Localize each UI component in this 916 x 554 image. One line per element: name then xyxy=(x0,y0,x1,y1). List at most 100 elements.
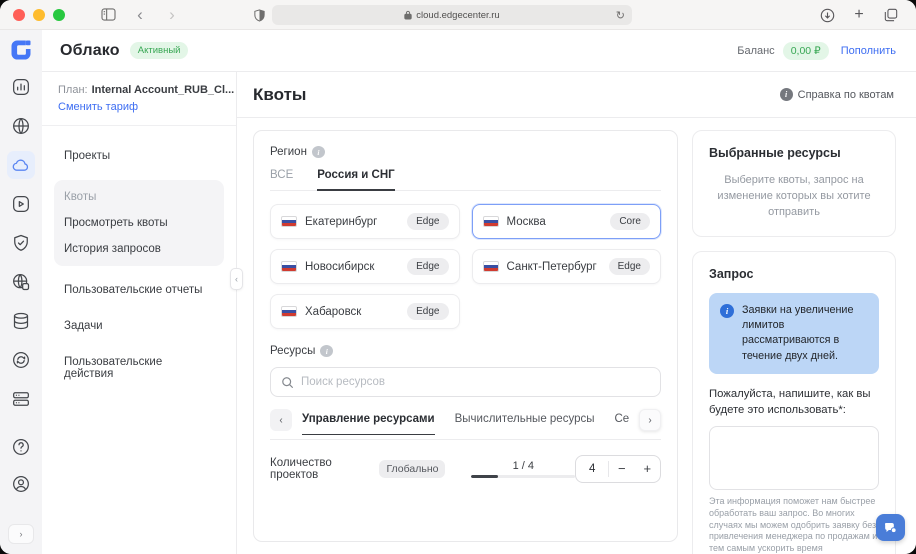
usage-help-text: Эта информация поможет нам быстрее обраб… xyxy=(709,496,879,554)
help-icon[interactable] xyxy=(7,433,35,461)
help-link-label: Справка по квотам xyxy=(798,89,894,101)
security-nav-icon[interactable] xyxy=(7,229,35,257)
browser-window: ‹ › cloud.edgecenter.ru ↻ + xyxy=(0,0,916,554)
page-title: Квоты xyxy=(253,85,306,105)
russia-flag-icon xyxy=(281,216,297,227)
browser-chrome: ‹ › cloud.edgecenter.ru ↻ + xyxy=(0,0,916,30)
product-rail: › xyxy=(0,30,42,554)
region-card-spb[interactable]: Санкт-Петербург Edge xyxy=(472,249,662,284)
quota-scope-badge: Глобально xyxy=(379,460,445,478)
page-header: Квоты i Справка по квотам xyxy=(237,72,916,118)
region-type-badge: Edge xyxy=(407,258,448,275)
quota-value-input[interactable]: 4 xyxy=(576,463,608,475)
cdn-nav-icon[interactable] xyxy=(7,268,35,296)
selected-resources-title: Выбранные ресурсы xyxy=(709,146,879,160)
database-nav-icon[interactable] xyxy=(7,307,35,335)
topup-link[interactable]: Пополнить xyxy=(841,45,896,57)
request-info-text: Заявки на увеличение лимитов рассматрива… xyxy=(742,303,868,364)
sidebar-collapse-button[interactable]: ‹ xyxy=(230,268,243,290)
url-text: cloud.edgecenter.ru xyxy=(416,10,499,21)
streaming-nav-icon[interactable] xyxy=(7,190,35,218)
tab-compute-resources[interactable]: Вычислительные ресурсы xyxy=(455,413,595,435)
sidebar: План: Internal Account_RUB_Cl... i Смени… xyxy=(42,72,237,554)
region-type-badge: Edge xyxy=(407,213,448,230)
russia-flag-icon xyxy=(281,306,297,317)
region-label: Регион xyxy=(270,146,307,158)
downloads-button[interactable] xyxy=(816,4,838,26)
russia-flag-icon xyxy=(483,216,499,227)
quota-progress-fill xyxy=(471,475,498,478)
globe-nav-icon[interactable] xyxy=(7,112,35,140)
tabs-scroll-right-button[interactable]: › xyxy=(639,409,661,431)
quota-name: Количество проектов xyxy=(270,457,372,481)
profile-icon[interactable] xyxy=(7,470,35,498)
sidebar-toggle-icon[interactable] xyxy=(97,4,119,26)
region-type-badge: Edge xyxy=(609,258,650,275)
request-card: Запрос i Заявки на увеличение лимитов ра… xyxy=(692,251,896,554)
region-card-moscow[interactable]: Москва Core xyxy=(472,204,662,239)
fullscreen-window-button[interactable] xyxy=(53,9,65,21)
region-card-ekaterinburg[interactable]: Екатеринбург Edge xyxy=(270,204,460,239)
sidebar-group-quotas: Квоты xyxy=(56,184,222,210)
privacy-shield-icon[interactable] xyxy=(253,9,266,22)
quotas-help-link[interactable]: i Справка по квотам xyxy=(780,88,894,101)
request-title: Запрос xyxy=(709,267,879,281)
info-icon: i xyxy=(780,88,793,101)
region-type-badge: Edge xyxy=(407,303,448,320)
quota-row-projects: Количество проектов Глобально 1 / 4 4 xyxy=(270,455,661,483)
app-title: Облако xyxy=(60,42,120,60)
sidebar-item-view-quotas[interactable]: Просмотреть квоты xyxy=(56,210,222,236)
tab-resource-management[interactable]: Управление ресурсами xyxy=(302,413,435,435)
decrement-button[interactable]: − xyxy=(609,456,634,482)
tab-russia-cis[interactable]: Россия и СНГ xyxy=(317,169,394,191)
region-card-novosibirsk[interactable]: Новосибирск Edge xyxy=(270,249,460,284)
tab-overview-button[interactable] xyxy=(880,4,902,26)
balance-value: 0,00 ₽ xyxy=(783,42,829,60)
cloud-nav-icon[interactable] xyxy=(7,151,35,179)
rail-expand-button[interactable]: › xyxy=(8,524,34,544)
address-bar[interactable]: cloud.edgecenter.ru ↻ xyxy=(272,5,632,25)
new-tab-button[interactable]: + xyxy=(848,4,870,26)
sidebar-item-custom-reports[interactable]: Пользовательские отчеты xyxy=(54,276,224,304)
chat-support-button[interactable] xyxy=(876,514,905,541)
tab-network-services[interactable]: Сетевые сервисы xyxy=(614,413,629,435)
analytics-nav-icon[interactable] xyxy=(7,73,35,101)
servers-nav-icon[interactable] xyxy=(7,385,35,413)
increment-button[interactable]: + xyxy=(635,456,660,482)
selected-resources-empty: Выберите квоты, запрос на изменение кото… xyxy=(709,173,879,221)
chat-icon xyxy=(882,520,899,536)
region-type-badge: Core xyxy=(610,213,650,230)
tab-all-regions[interactable]: ВСЕ xyxy=(270,169,293,190)
sidebar-item-request-history[interactable]: История запросов xyxy=(56,236,222,262)
window-controls xyxy=(13,9,65,21)
region-info-icon[interactable]: i xyxy=(312,146,325,158)
sidebar-item-user-actions[interactable]: Пользовательские действия xyxy=(54,348,224,388)
resource-tabs-scroller: ‹ Управление ресурсами Вычислительные ре… xyxy=(270,409,661,440)
usage-textarea[interactable] xyxy=(709,426,879,490)
quota-usage: 1 / 4 xyxy=(471,460,575,478)
close-window-button[interactable] xyxy=(13,9,25,21)
sync-nav-icon[interactable] xyxy=(7,346,35,374)
region-card-khabarovsk[interactable]: Хабаровск Edge xyxy=(270,294,460,329)
plan-value: Internal Account_RUB_Cl... xyxy=(92,84,235,96)
region-grid: Екатеринбург Edge Москва Core xyxy=(270,204,661,329)
russia-flag-icon xyxy=(483,261,499,272)
resource-search xyxy=(270,367,661,397)
sidebar-item-projects[interactable]: Проекты xyxy=(54,142,224,170)
quota-stepper: 4 − + xyxy=(575,455,661,483)
forward-button[interactable]: › xyxy=(161,4,183,26)
change-plan-link[interactable]: Сменить тариф xyxy=(58,101,222,113)
lock-icon xyxy=(404,10,412,20)
sidebar-item-tasks[interactable]: Задачи xyxy=(54,312,224,340)
back-button[interactable]: ‹ xyxy=(129,4,151,26)
tabs-scroll-left-button[interactable]: ‹ xyxy=(270,409,292,431)
usage-textarea-label: Пожалуйста, напишите, как вы будете это … xyxy=(709,386,879,418)
search-input[interactable] xyxy=(301,376,650,388)
minimize-window-button[interactable] xyxy=(33,9,45,21)
reload-button[interactable]: ↻ xyxy=(616,9,625,22)
quotas-card: Регион i ВСЕ Россия и СНГ Екатеринбур xyxy=(253,130,678,542)
region-tabs: ВСЕ Россия и СНГ xyxy=(270,169,661,191)
selected-resources-card: Выбранные ресурсы Выберите квоты, запрос… xyxy=(692,130,896,237)
resources-info-icon[interactable]: i xyxy=(320,345,333,357)
edgecenter-logo[interactable] xyxy=(9,38,33,62)
